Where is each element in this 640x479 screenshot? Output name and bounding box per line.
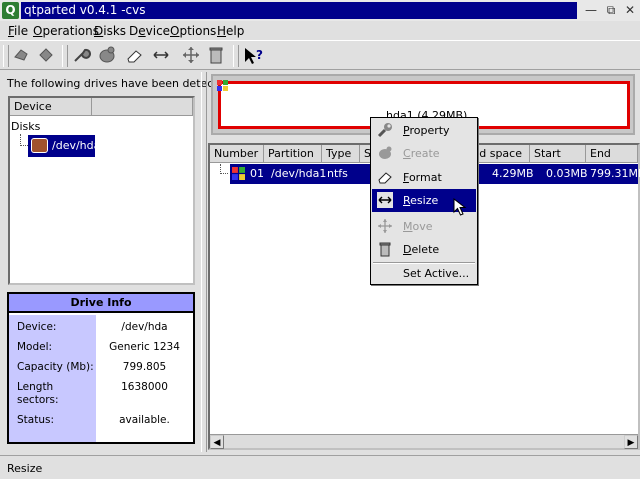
tree-item-label: /dev/hda xyxy=(52,139,101,152)
app-icon[interactable]: Q xyxy=(2,2,19,19)
status-label: Status: xyxy=(17,414,54,426)
svg-text:?: ? xyxy=(256,48,263,62)
menu-item-move[interactable]: Move xyxy=(372,215,476,238)
row-number: 01 xyxy=(250,167,264,180)
partition-column-header[interactable]: Partition xyxy=(264,145,322,163)
row-type: ntfs xyxy=(327,167,348,180)
type-column-header[interactable]: Type xyxy=(322,145,360,163)
tree-item-hda[interactable]: /dev/hda xyxy=(28,135,100,157)
device-label: Device: xyxy=(17,321,57,333)
move-icon xyxy=(377,218,393,234)
menu-item-label: Move xyxy=(403,220,433,233)
tree-root-disks[interactable]: Disks xyxy=(11,120,40,133)
tree-header: Device xyxy=(10,98,193,116)
drive-info-title: Drive Info xyxy=(9,294,193,313)
length-sectors-value: 1638000 xyxy=(121,381,168,393)
menu-file[interactable]: File xyxy=(8,24,28,38)
status-bar: Resize xyxy=(0,455,640,479)
toolbar-grip[interactable] xyxy=(3,45,9,67)
capacity-value: 799.805 xyxy=(122,361,167,373)
status-text: Resize xyxy=(7,462,43,475)
device-column-header[interactable]: Device xyxy=(10,98,92,116)
menu-item-label: Format xyxy=(403,171,442,184)
title-bar[interactable]: Q qtparted v0.4.1 -cvs — ⧉ ✕ xyxy=(0,0,640,21)
close-icon[interactable]: ✕ xyxy=(622,2,638,18)
menu-item-delete[interactable]: Delete xyxy=(372,238,476,261)
whats-this-icon[interactable]: ? xyxy=(242,45,264,67)
number-column-header[interactable]: Number xyxy=(210,145,264,163)
capacity-label: Capacity (Mb): xyxy=(17,361,94,373)
toolbar-grip[interactable] xyxy=(233,45,239,67)
maximize-icon[interactable]: ⧉ xyxy=(603,2,619,18)
format-icon[interactable] xyxy=(124,45,146,67)
move-icon[interactable] xyxy=(180,45,202,67)
tree-branch-line xyxy=(220,164,228,174)
ntfs-partition-icon xyxy=(217,80,228,91)
menu-item-label: Delete xyxy=(403,243,440,256)
menu-item-format[interactable]: Format xyxy=(372,166,476,189)
hard-disk-icon xyxy=(31,138,48,153)
row-used-space: 4.29MB xyxy=(492,167,534,180)
start-column-header[interactable]: Start xyxy=(530,145,586,163)
end-column-header[interactable]: End xyxy=(586,145,638,163)
resize-icon[interactable] xyxy=(150,45,172,67)
horizontal-scrollbar[interactable]: ◀ ▶ xyxy=(210,434,638,449)
menu-item-label: Property xyxy=(403,124,450,137)
length-sectors-label: Length sectors: xyxy=(17,381,59,406)
menu-item-label: Create xyxy=(403,147,440,160)
toolbar-grip[interactable] xyxy=(62,45,68,67)
menu-item-create[interactable]: Create xyxy=(372,142,476,165)
menu-device[interactable]: Device xyxy=(129,24,170,38)
tree-branch-line xyxy=(20,134,28,146)
model-label: Model: xyxy=(17,341,53,353)
undo-icon[interactable] xyxy=(35,45,57,67)
panel-splitter[interactable] xyxy=(201,72,207,452)
drive-tree[interactable]: Device Disks /dev/hda xyxy=(8,96,195,285)
window-title: qtparted v0.4.1 -cvs xyxy=(21,2,577,19)
menu-item-property[interactable]: Property xyxy=(372,119,476,142)
menu-operations[interactable]: Operations xyxy=(33,24,99,38)
ntfs-partition-icon xyxy=(232,167,245,183)
menu-item-label: Resize xyxy=(403,194,439,207)
menu-item-set-active[interactable]: Set Active... xyxy=(372,262,476,285)
delete-icon[interactable] xyxy=(205,45,227,67)
menu-bar: File Operations Disks Device Options Hel… xyxy=(0,22,640,40)
scroll-right-icon[interactable]: ▶ xyxy=(624,435,638,449)
menu-item-label: Set Active... xyxy=(403,267,470,280)
menu-disks[interactable]: Disks xyxy=(94,24,126,38)
row-partition: /dev/hda1 xyxy=(271,167,327,180)
wrench-icon xyxy=(377,122,393,138)
row-start: 0.03MB xyxy=(546,167,588,180)
drive-info-panel: Drive Info Device: /dev/hda Model: Gener… xyxy=(7,292,195,444)
menu-help[interactable]: Help xyxy=(217,24,244,38)
trash-icon xyxy=(377,241,393,257)
device-value: /dev/hda xyxy=(121,321,168,333)
row-end: 799.31MB xyxy=(590,167,640,180)
create-icon[interactable] xyxy=(96,45,118,67)
mouse-cursor-icon xyxy=(453,197,469,216)
status-value: available. xyxy=(119,414,170,426)
create-icon xyxy=(377,145,393,161)
menu-options[interactable]: Options xyxy=(170,24,216,38)
toolbar: ? xyxy=(0,40,640,70)
property-icon[interactable] xyxy=(70,45,92,67)
eraser-icon xyxy=(377,169,393,185)
model-value: Generic 1234 xyxy=(109,341,180,353)
blank-column-header[interactable] xyxy=(93,98,193,116)
minimize-icon[interactable]: — xyxy=(583,2,599,18)
resize-arrows-icon xyxy=(377,192,393,208)
commit-icon[interactable] xyxy=(11,45,33,67)
scroll-left-icon[interactable]: ◀ xyxy=(210,435,224,449)
